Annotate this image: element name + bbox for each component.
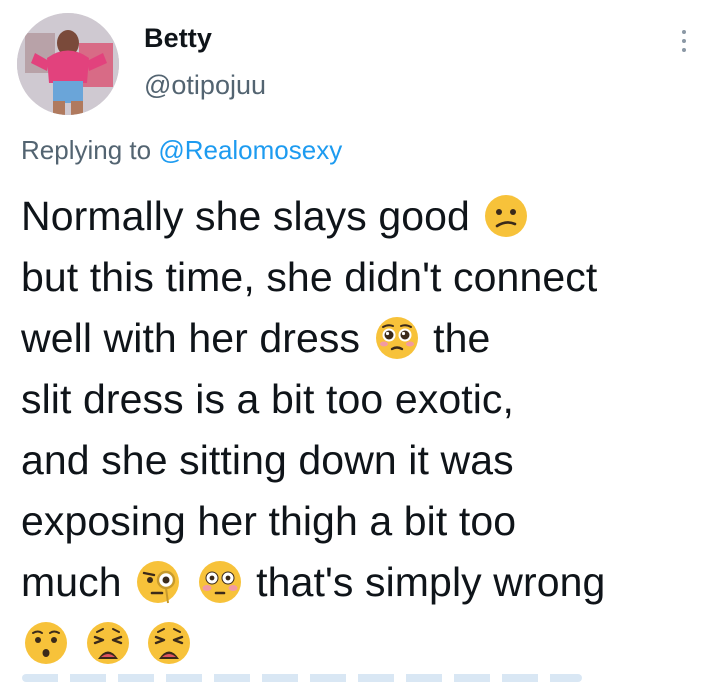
text-line: slit dress is a bit too exotic, bbox=[21, 369, 711, 430]
text-segment: Normally she slays good bbox=[21, 193, 470, 239]
more-options-icon[interactable] bbox=[676, 28, 692, 54]
tweet-card: Betty @otipojuu Replying to @Realomosexy… bbox=[0, 0, 720, 682]
flushed-face-emoji bbox=[197, 559, 243, 605]
monocle-face-emoji bbox=[135, 559, 181, 605]
pleading-face-emoji bbox=[374, 315, 420, 361]
confused-face-emoji bbox=[483, 193, 529, 239]
text-segment: well with her dress bbox=[21, 315, 361, 361]
text-segment: and she sitting down it was bbox=[21, 437, 514, 483]
avatar[interactable] bbox=[17, 13, 119, 115]
author-handle[interactable]: @otipojuu bbox=[144, 70, 266, 101]
text-segment: that's simply wrong bbox=[256, 559, 606, 605]
text-line: much that's simply wrong bbox=[21, 552, 711, 613]
emoji-line bbox=[21, 613, 711, 674]
weary-face-emoji bbox=[146, 620, 192, 666]
replying-to-line: Replying to @Realomosexy bbox=[21, 135, 342, 166]
text-segment: the bbox=[433, 315, 491, 361]
text-line: well with her dress the bbox=[21, 308, 711, 369]
cut-off-line bbox=[0, 668, 720, 682]
text-line: Normally she slays good bbox=[21, 186, 711, 247]
text-line: and she sitting down it was bbox=[21, 430, 711, 491]
text-line: but this time, she didn't connect bbox=[21, 247, 711, 308]
avatar-photo bbox=[17, 13, 119, 115]
author-name[interactable]: Betty bbox=[144, 23, 212, 54]
cut-off-text bbox=[22, 674, 582, 682]
text-segment: slit dress is a bit too exotic, bbox=[21, 376, 515, 422]
weary-face-emoji bbox=[85, 620, 131, 666]
replying-prefix: Replying to bbox=[21, 135, 152, 165]
text-segment: much bbox=[21, 559, 122, 605]
replying-mention-link[interactable]: @Realomosexy bbox=[158, 135, 342, 165]
tweet-text: Normally she slays good but this time, s… bbox=[21, 186, 711, 674]
text-segment: but this time, she didn't connect bbox=[21, 254, 598, 300]
hushed-face-emoji bbox=[23, 620, 69, 666]
text-segment: exposing her thigh a bit too bbox=[21, 498, 517, 544]
text-line: exposing her thigh a bit too bbox=[21, 491, 711, 552]
